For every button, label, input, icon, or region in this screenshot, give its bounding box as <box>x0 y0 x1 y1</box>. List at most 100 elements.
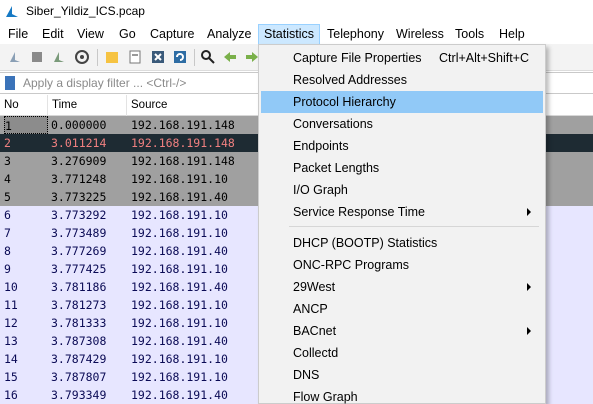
stats-menu-item-onc-rpc-programs[interactable]: ONC-RPC Programs <box>261 254 543 276</box>
filter-bookmark-icon[interactable] <box>5 76 15 90</box>
menu-go[interactable]: Go <box>119 25 136 44</box>
stats-menu-item-packet-lengths[interactable]: Packet Lengths <box>261 157 543 179</box>
wireshark-window: Siber_Yildiz_ICS.pcap File Edit View Go … <box>0 0 593 404</box>
stats-menu-item-resolved-addresses[interactable]: Resolved Addresses <box>261 69 543 91</box>
packet-source: 192.168.191.40 <box>131 190 228 204</box>
packet-source: 192.168.191.148 <box>131 118 235 132</box>
menu-item-shortcut: Ctrl+Alt+Shift+C <box>439 51 529 65</box>
display-filter-input[interactable]: Apply a display filter ... <Ctrl-/> <box>19 73 299 93</box>
packet-number: 5 <box>4 190 11 204</box>
menu-item-label: BACnet <box>293 324 337 338</box>
go-back-icon[interactable] <box>222 49 238 65</box>
stats-menu-item-capture-file-properties[interactable]: Capture File Properties Ctrl+Alt+Shift+C <box>261 47 543 69</box>
toolbar-separator <box>97 49 98 66</box>
packet-time: 3.793349 <box>51 388 107 402</box>
packet-time: 3.787308 <box>51 334 107 348</box>
packet-number: 4 <box>4 172 11 186</box>
packet-number: 15 <box>4 370 18 384</box>
stats-menu-item-bacnet[interactable]: BACnet <box>261 320 543 342</box>
menu-telephony[interactable]: Telephony <box>327 25 384 44</box>
packet-source: 192.168.191.40 <box>131 280 228 294</box>
packet-time: 3.777425 <box>51 262 107 276</box>
menu-item-label: Service Response Time <box>293 205 426 219</box>
title-bar: Siber_Yildiz_ICS.pcap <box>0 0 593 23</box>
menu-view[interactable]: View <box>77 25 104 44</box>
packet-source: 192.168.191.40 <box>131 334 228 348</box>
capture-options-icon[interactable] <box>74 49 90 65</box>
column-header-no[interactable]: No <box>0 95 48 116</box>
menu-item-label: Endpoints <box>293 139 349 153</box>
packet-source: 192.168.191.10 <box>131 208 228 222</box>
stats-menu-item-flow-graph[interactable]: Flow Graph <box>261 386 543 404</box>
packet-time: 3.771248 <box>51 172 107 186</box>
menu-item-label: Capture File Properties <box>293 51 422 65</box>
restart-capture-icon[interactable] <box>51 49 67 65</box>
menu-bar: File Edit View Go Capture Analyze Statis… <box>0 23 593 45</box>
stats-menu-item-protocol-hierarchy[interactable]: Protocol Hierarchy <box>261 91 543 113</box>
packet-time: 3.011214 <box>51 136 107 150</box>
packet-time: 0.000000 <box>51 118 107 132</box>
packet-time: 3.781273 <box>51 298 107 312</box>
stats-menu-item-29west[interactable]: 29West <box>261 276 543 298</box>
packet-source: 192.168.191.10 <box>131 226 228 240</box>
packet-number: 7 <box>4 226 11 240</box>
packet-source: 192.168.191.10 <box>131 352 228 366</box>
packet-time: 3.787429 <box>51 352 107 366</box>
packet-source: 192.168.191.10 <box>131 370 228 384</box>
menu-capture[interactable]: Capture <box>150 25 194 44</box>
packet-number: 2 <box>4 136 11 150</box>
stats-menu-item-dns[interactable]: DNS <box>261 364 543 386</box>
menu-wireless[interactable]: Wireless <box>396 25 444 44</box>
packet-number: 9 <box>4 262 11 276</box>
menu-statistics[interactable]: Statistics <box>258 24 321 45</box>
menu-item-label: DNS <box>293 368 320 382</box>
packet-number: 11 <box>4 298 18 312</box>
packet-number: 10 <box>4 280 18 294</box>
wireshark-logo-icon <box>6 6 18 17</box>
packet-time: 3.777269 <box>51 244 107 258</box>
menu-item-label: Resolved Addresses <box>293 73 407 87</box>
packet-number: 8 <box>4 244 11 258</box>
packet-source: 192.168.191.10 <box>131 262 228 276</box>
save-file-icon[interactable] <box>127 49 143 65</box>
stats-menu-item-ancp[interactable]: ANCP <box>261 298 543 320</box>
menu-item-label: 29West <box>293 280 336 294</box>
menu-help[interactable]: Help <box>499 25 525 44</box>
menu-item-label: ONC-RPC Programs <box>293 258 409 272</box>
packet-source: 192.168.191.10 <box>131 316 228 330</box>
stats-menu-item-endpoints[interactable]: Endpoints <box>261 135 543 157</box>
packet-number: 1 <box>4 116 48 134</box>
packet-number: 16 <box>4 388 18 402</box>
packet-number: 14 <box>4 352 18 366</box>
menu-tools[interactable]: Tools <box>455 25 484 44</box>
packet-time: 3.787807 <box>51 370 107 384</box>
menu-analyze[interactable]: Analyze <box>207 25 251 44</box>
stats-menu-item-conversations[interactable]: Conversations <box>261 113 543 135</box>
packet-number: 3 <box>4 154 11 168</box>
stats-menu-item-collectd[interactable]: Collectd <box>261 342 543 364</box>
menu-item-label: Flow Graph <box>293 390 358 404</box>
menu-item-label: Collectd <box>293 346 339 360</box>
close-file-icon[interactable] <box>150 49 166 65</box>
menu-item-label: Protocol Hierarchy <box>293 95 396 109</box>
stop-capture-icon[interactable] <box>29 49 45 65</box>
open-file-icon[interactable] <box>104 49 120 65</box>
packet-number: 13 <box>4 334 18 348</box>
column-header-time[interactable]: Time <box>48 95 127 116</box>
stats-menu-item-i-o-graph[interactable]: I/O Graph <box>261 179 543 201</box>
stats-menu-item-dhcp-bootp-statistics[interactable]: DHCP (BOOTP) Statistics <box>261 232 543 254</box>
menu-item-label: I/O Graph <box>293 183 348 197</box>
menu-file[interactable]: File <box>8 25 28 44</box>
menu-separator <box>289 226 539 227</box>
menu-item-label: Packet Lengths <box>293 161 380 175</box>
start-capture-icon[interactable] <box>7 49 23 65</box>
menu-edit[interactable]: Edit <box>42 25 64 44</box>
submenu-arrow-icon <box>527 208 531 216</box>
stats-menu-item-service-response-time[interactable]: Service Response Time <box>261 201 543 223</box>
packet-time: 3.773225 <box>51 190 107 204</box>
reload-file-icon[interactable] <box>172 49 188 65</box>
toolbar-separator <box>194 49 195 66</box>
column-header-source[interactable]: Source <box>127 95 277 116</box>
window-title: Siber_Yildiz_ICS.pcap <box>26 4 145 18</box>
find-packet-icon[interactable] <box>200 49 216 65</box>
